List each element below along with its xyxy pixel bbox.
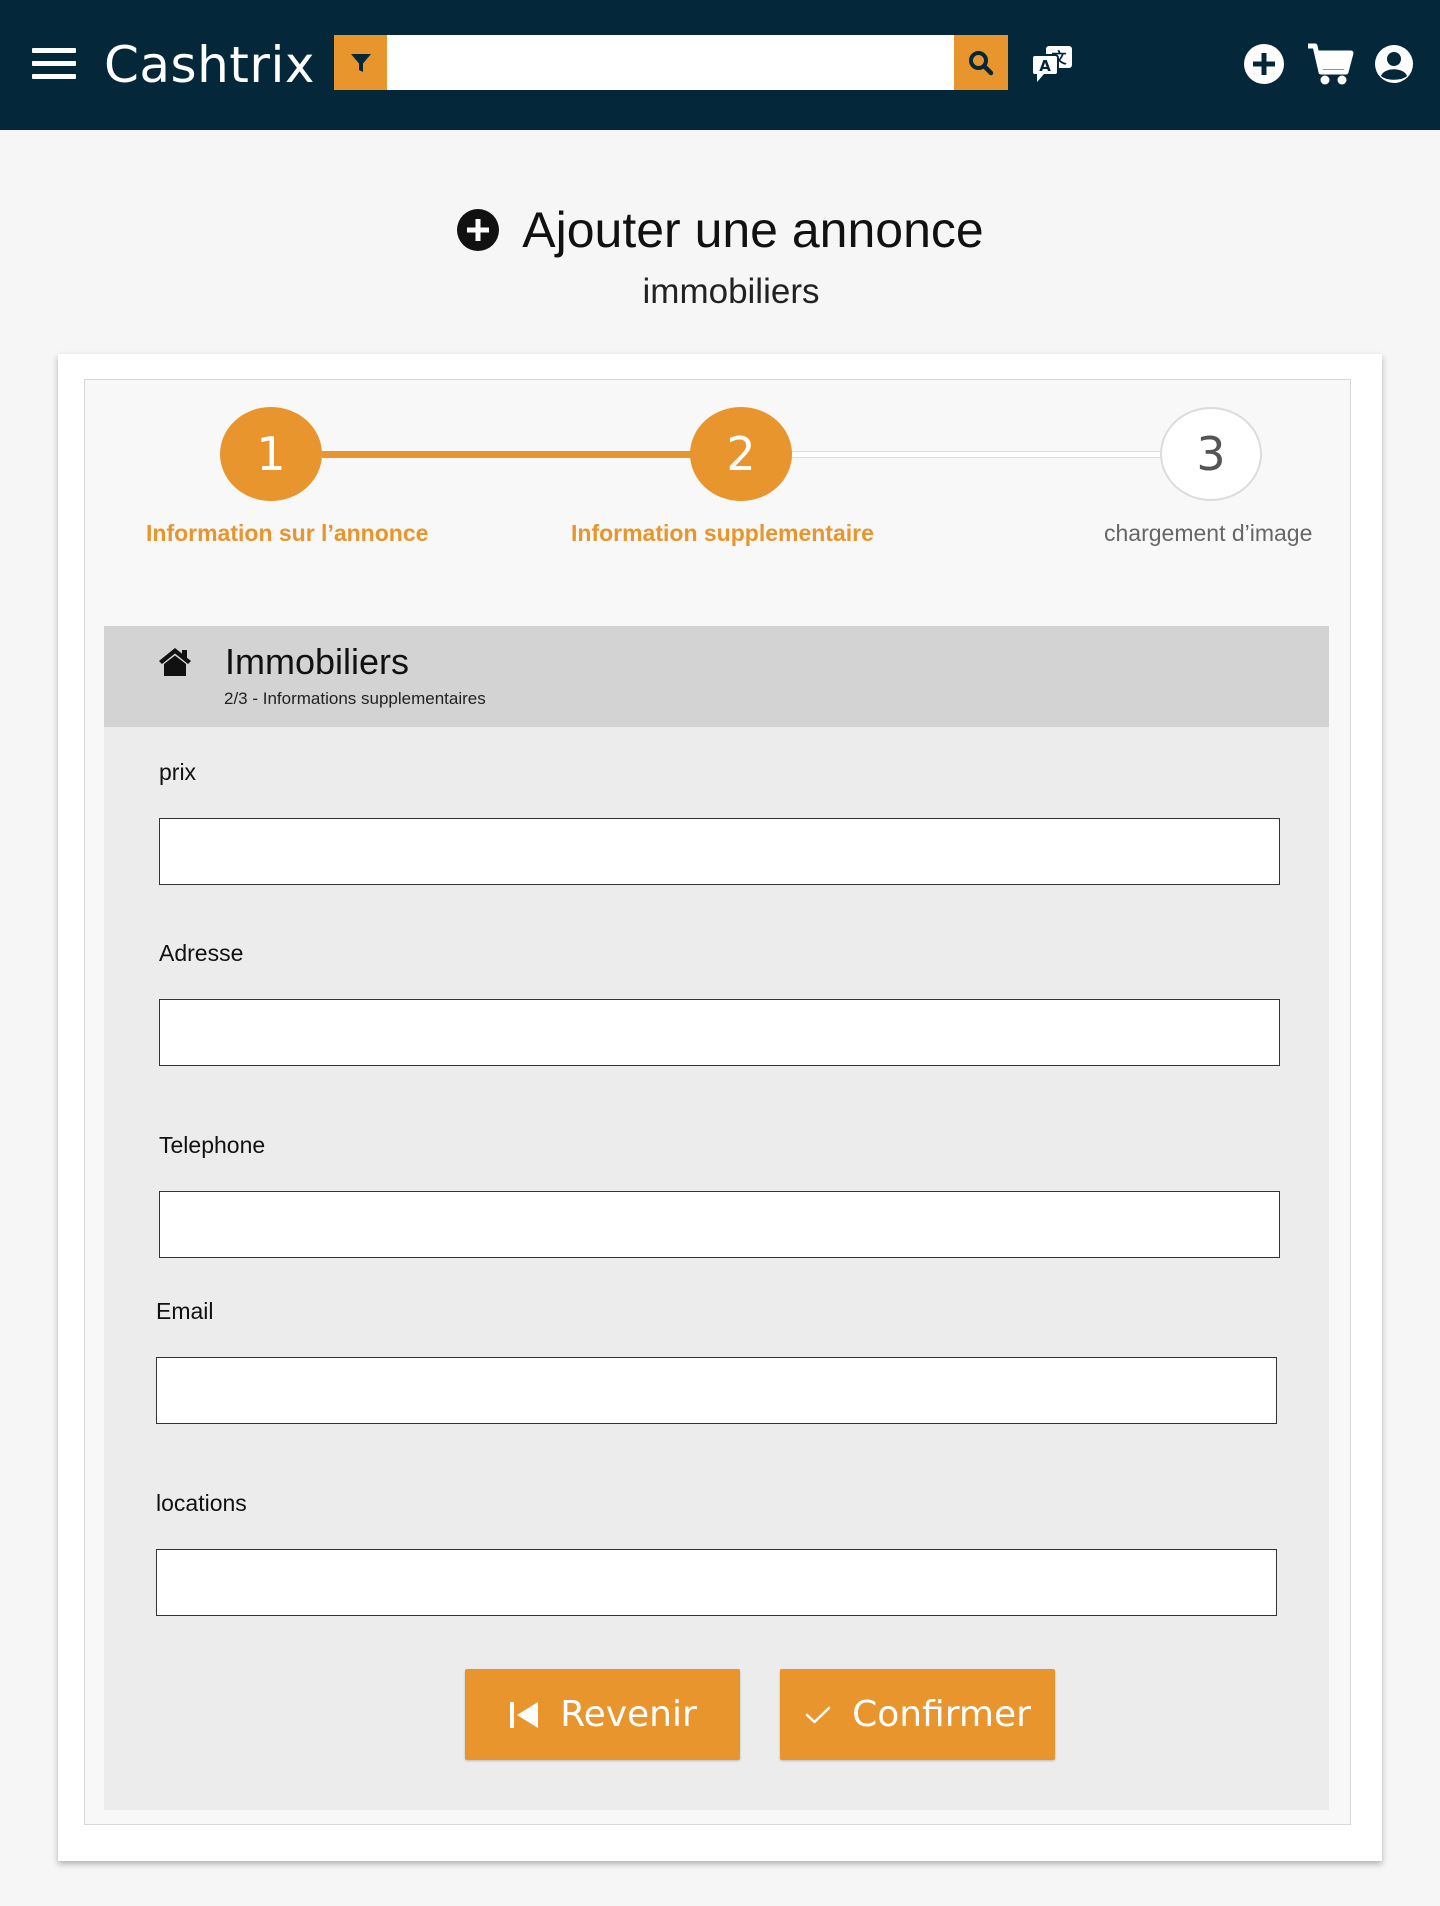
adresse-input[interactable] bbox=[159, 999, 1280, 1066]
locations-input[interactable] bbox=[156, 1549, 1277, 1616]
add-circle-icon bbox=[457, 209, 500, 251]
prix-label: prix bbox=[159, 759, 197, 785]
add-listing-button[interactable] bbox=[1242, 42, 1286, 86]
search-icon bbox=[969, 50, 994, 75]
step-2-label: Information supplementaire bbox=[571, 520, 874, 546]
page-heading: Ajouter une annonce bbox=[0, 200, 1440, 260]
search-input[interactable] bbox=[387, 35, 954, 90]
confirm-button-label: Confirmer bbox=[852, 1694, 1031, 1735]
form-body bbox=[104, 727, 1329, 1810]
back-button[interactable]: Revenir bbox=[465, 1669, 740, 1760]
cart-button[interactable] bbox=[1306, 42, 1356, 86]
translate-button[interactable]: 文 A bbox=[1030, 44, 1074, 84]
svg-text:A: A bbox=[1039, 57, 1051, 75]
telephone-input[interactable] bbox=[159, 1191, 1280, 1258]
prix-input[interactable] bbox=[159, 818, 1280, 885]
check-icon bbox=[805, 1706, 831, 1723]
account-icon bbox=[1375, 45, 1413, 83]
stepper-connector-2 bbox=[790, 451, 1162, 458]
filter-button[interactable] bbox=[334, 35, 387, 90]
filter-icon bbox=[350, 53, 371, 72]
telephone-label: Telephone bbox=[159, 1132, 266, 1158]
section-subtitle: 2/3 - Informations supplementaires bbox=[224, 689, 486, 708]
email-label: Email bbox=[156, 1298, 214, 1324]
translate-icon: 文 A bbox=[1031, 46, 1072, 82]
step-3-circle[interactable]: 3 bbox=[1160, 407, 1262, 501]
account-button[interactable] bbox=[1372, 42, 1416, 86]
menu-icon[interactable] bbox=[32, 48, 76, 79]
adresse-label: Adresse bbox=[159, 940, 244, 966]
page-subtitle: immobiliers bbox=[642, 272, 820, 311]
step-1-label: Information sur l’annonce bbox=[146, 520, 429, 546]
section-title: Immobiliers bbox=[225, 641, 410, 682]
top-navigation-bar: Cashtrix 文 A bbox=[0, 0, 1440, 130]
step-1-circle[interactable]: 1 bbox=[220, 407, 322, 501]
confirm-button[interactable]: Confirmer bbox=[780, 1669, 1055, 1760]
cart-icon bbox=[1308, 43, 1354, 85]
step-2-circle[interactable]: 2 bbox=[690, 407, 792, 501]
locations-label: locations bbox=[156, 1490, 247, 1516]
add-circle-icon bbox=[1244, 44, 1284, 84]
search-button[interactable] bbox=[954, 35, 1008, 90]
brand-logo[interactable]: Cashtrix bbox=[104, 36, 315, 94]
house-icon bbox=[159, 648, 191, 676]
back-button-label: Revenir bbox=[560, 1694, 697, 1735]
step-3-label: chargement d’image bbox=[1104, 520, 1313, 546]
page-title: Ajouter une annonce bbox=[522, 202, 984, 258]
skip-back-icon bbox=[510, 1701, 539, 1728]
stepper-connector-1 bbox=[322, 451, 694, 458]
email-input[interactable] bbox=[156, 1357, 1277, 1424]
